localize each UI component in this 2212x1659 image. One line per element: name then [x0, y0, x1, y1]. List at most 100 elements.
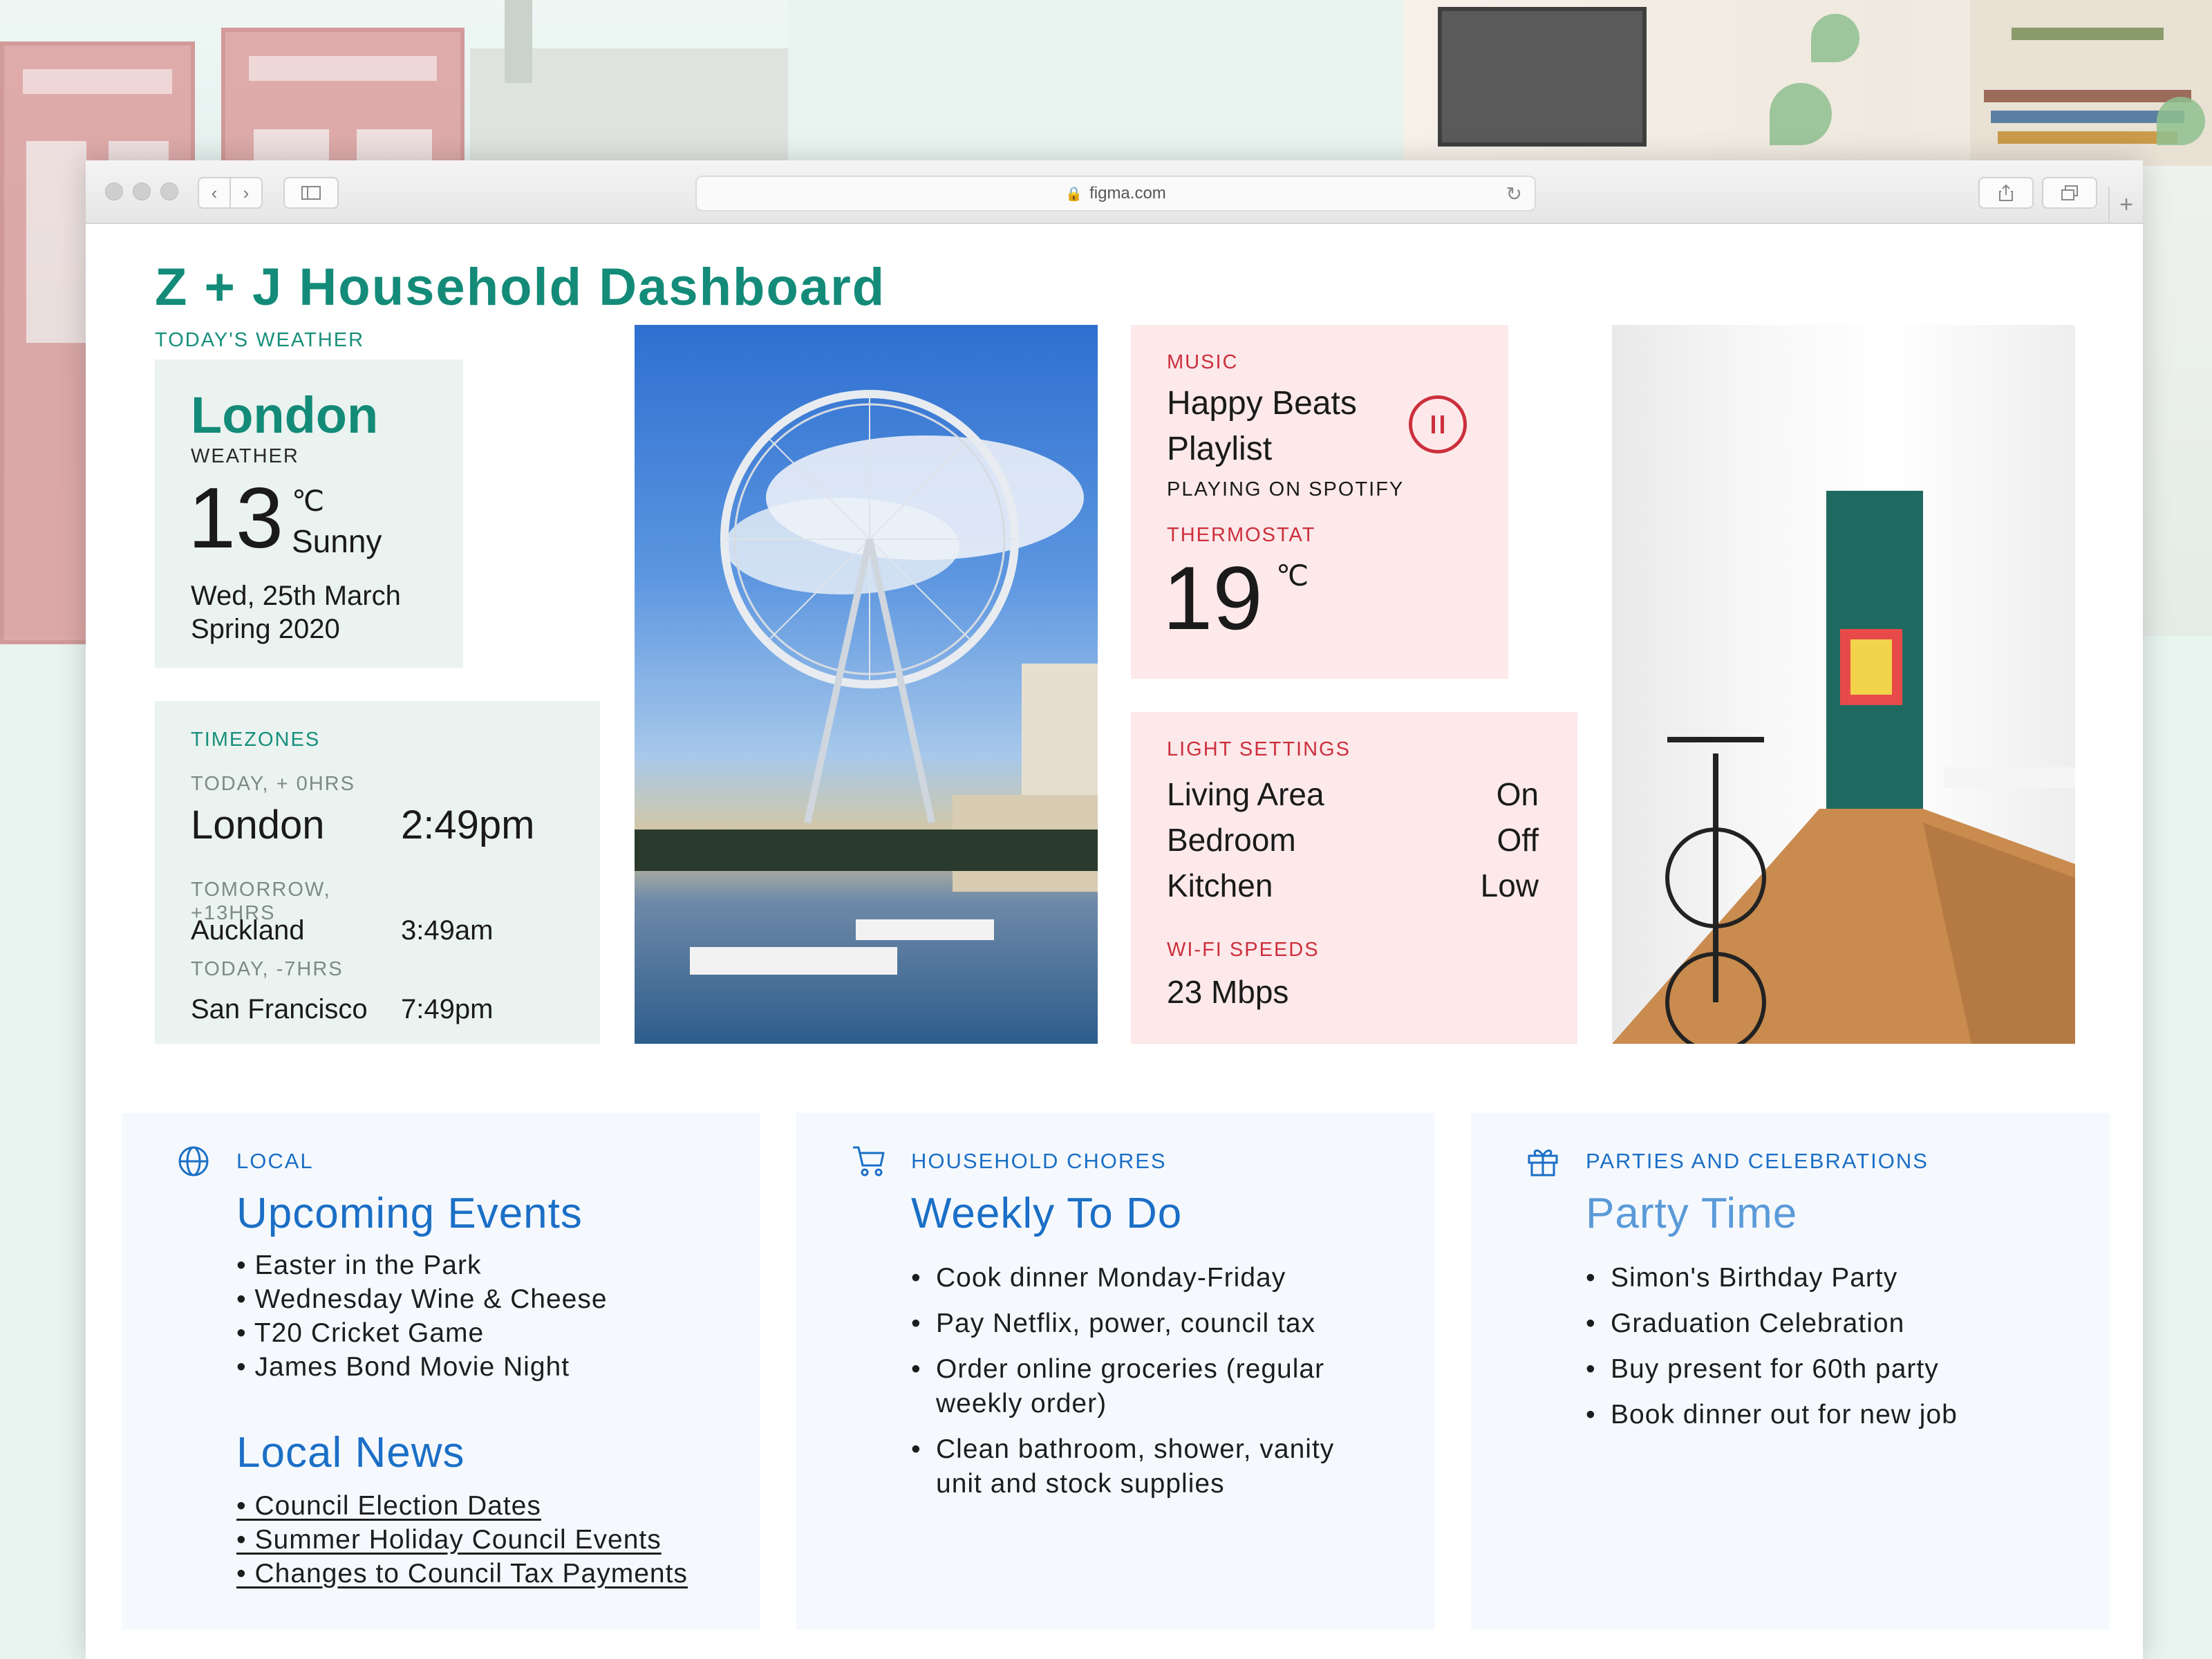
local-news-title: Local News — [236, 1429, 465, 1477]
plant — [1811, 14, 1859, 62]
reload-icon[interactable]: ↻ — [1506, 182, 1522, 205]
london-eye-photo — [635, 325, 1098, 1044]
chores-card: HOUSEHOLD CHORES Weekly To Do Cook dinne… — [796, 1113, 1435, 1630]
music-source: PLAYING ON SPOTIFY — [1167, 478, 1405, 500]
address-bar[interactable]: 🔒 figma.com ↻ — [695, 176, 1536, 212]
weekly-todo-title: Weekly To Do — [911, 1190, 1183, 1237]
event-item[interactable]: Easter in the Park — [236, 1248, 608, 1282]
party-item[interactable]: Book dinner out for new job — [1586, 1398, 2042, 1432]
weather-condition: Sunny — [292, 523, 382, 559]
light-state-toggle[interactable]: On — [1497, 776, 1539, 813]
booth-sign — [23, 69, 172, 95]
weekly-todo-list: Cook dinner Monday-Friday Pay Netflix, p… — [911, 1261, 1367, 1512]
booth-pane — [26, 140, 86, 343]
news-link[interactable]: Summer Holiday Council Events — [236, 1523, 688, 1557]
plant — [2157, 97, 2205, 145]
party-list: Simon's Birthday Party Graduation Celebr… — [1586, 1261, 2042, 1443]
timezone-offset: TODAY, + 0HRS — [191, 773, 355, 795]
thermostat-label: THERMOSTAT — [1167, 524, 1316, 546]
light-state-toggle[interactable]: Off — [1497, 821, 1539, 859]
news-link[interactable]: Changes to Council Tax Payments — [236, 1557, 688, 1591]
todo-item[interactable]: Clean bathroom, shower, vanity unit and … — [911, 1432, 1367, 1501]
globe-icon — [178, 1146, 209, 1177]
chores-label: HOUSEHOLD CHORES — [911, 1149, 1167, 1173]
booth-sign — [249, 56, 437, 82]
lights-wifi-card: LIGHT SETTINGS Living Area On Bedroom Of… — [1131, 712, 1577, 1044]
music-thermostat-card: MUSIC Happy Beats Playlist PLAYING ON SP… — [1131, 325, 1508, 679]
weather-season: Spring 2020 — [191, 614, 340, 644]
todo-item[interactable]: Cook dinner Monday-Friday — [911, 1261, 1367, 1295]
upcoming-events-list: Easter in the Park Wednesday Wine & Chee… — [236, 1248, 608, 1384]
window-minimize-button[interactable] — [133, 182, 151, 200]
thermostat-unit: ℃ — [1276, 559, 1309, 592]
timezones-card: TIMEZONES TODAY, + 0HRS London 2:49pm TO… — [155, 701, 600, 1044]
light-state-toggle[interactable]: Low — [1481, 867, 1539, 904]
window-close-button[interactable] — [105, 182, 123, 200]
browser-toolbar: ‹ › 🔒 figma.com ↻ + — [86, 160, 2143, 224]
weather-unit: ℃ — [292, 485, 325, 517]
forward-button[interactable]: › — [229, 177, 263, 209]
light-room: Living Area — [1167, 776, 1324, 812]
light-room: Kitchen — [1167, 868, 1273, 903]
background-tower — [505, 0, 532, 83]
pause-icon — [1432, 415, 1444, 433]
sidebar-icon — [301, 186, 321, 200]
party-time-title: Party Time — [1586, 1190, 1798, 1237]
todo-item[interactable]: Order online groceries (regular weekly o… — [911, 1352, 1367, 1421]
party-item[interactable]: Graduation Celebration — [1586, 1306, 2042, 1341]
books — [1991, 111, 2184, 123]
books — [1998, 131, 2177, 144]
books — [1984, 90, 2191, 102]
sidebar-toggle-button[interactable] — [283, 177, 339, 209]
hallway-illustration — [1612, 491, 2075, 1044]
new-tab-button[interactable]: + — [2108, 187, 2143, 223]
share-icon — [1999, 184, 2013, 201]
wifi-label: WI-FI SPEEDS — [1167, 939, 1320, 961]
pause-button[interactable] — [1409, 395, 1467, 453]
news-link[interactable]: Council Election Dates — [236, 1489, 688, 1523]
local-label: LOCAL — [236, 1149, 314, 1173]
browser-window: ‹ › 🔒 figma.com ↻ + Z + J Household Dash… — [86, 160, 2143, 1659]
background-right-edge — [2143, 166, 2212, 636]
weather-temperature: 13 — [188, 471, 283, 566]
timezones-label: TIMEZONES — [191, 729, 321, 751]
ferris-wheel — [635, 390, 1098, 975]
chevron-left-icon: ‹ — [211, 182, 218, 203]
todo-item[interactable]: Pay Netflix, power, council tax — [911, 1306, 1367, 1341]
weather-sub-label: WEATHER — [191, 445, 299, 467]
weather-date: Wed, 25th March — [191, 581, 401, 611]
cart-icon — [853, 1146, 885, 1177]
upcoming-events-title: Upcoming Events — [236, 1190, 583, 1237]
hallway-bicycle-photo — [1612, 325, 2075, 1044]
music-label: MUSIC — [1167, 351, 1239, 373]
light-room: Bedroom — [1167, 822, 1296, 858]
parties-label: PARTIES AND CELEBRATIONS — [1586, 1149, 1929, 1173]
chevron-right-icon: › — [243, 182, 250, 203]
timezone-time: 7:49pm — [401, 994, 494, 1024]
books — [2012, 28, 2164, 40]
timezone-time: 3:49am — [401, 915, 494, 946]
event-item[interactable]: T20 Cricket Game — [236, 1316, 608, 1350]
window-maximize-button[interactable] — [160, 182, 178, 200]
wifi-speed: 23 Mbps — [1167, 974, 1289, 1010]
weather-card: London WEATHER 13 ℃ Sunny Wed, 25th Marc… — [155, 359, 463, 668]
event-item[interactable]: Wednesday Wine & Cheese — [236, 1282, 608, 1316]
event-item[interactable]: James Bond Movie Night — [236, 1350, 608, 1384]
local-card: LOCAL Upcoming Events Easter in the Park… — [122, 1113, 760, 1630]
weather-city: London — [191, 386, 379, 444]
weather-section-label: TODAY'S WEATHER — [155, 329, 365, 351]
lights-label: LIGHT SETTINGS — [1167, 738, 1351, 760]
gift-icon — [1528, 1150, 1558, 1177]
party-item[interactable]: Simon's Birthday Party — [1586, 1261, 2042, 1295]
parties-card: PARTIES AND CELEBRATIONS Party Time Simo… — [1471, 1113, 2110, 1630]
music-title-line2: Playlist — [1167, 431, 1273, 467]
party-item[interactable]: Buy present for 60th party — [1586, 1352, 2042, 1387]
page-title: Z + J Household Dashboard — [155, 258, 886, 317]
local-news-list: Council Election Dates Summer Holiday Co… — [236, 1489, 688, 1591]
timezone-offset: TODAY, -7HRS — [191, 958, 344, 980]
share-button[interactable] — [1978, 177, 2034, 209]
tabs-overview-button[interactable] — [2042, 177, 2097, 209]
timezone-time: 2:49pm — [401, 803, 535, 847]
plant — [1770, 83, 1832, 145]
back-button[interactable]: ‹ — [198, 177, 231, 209]
